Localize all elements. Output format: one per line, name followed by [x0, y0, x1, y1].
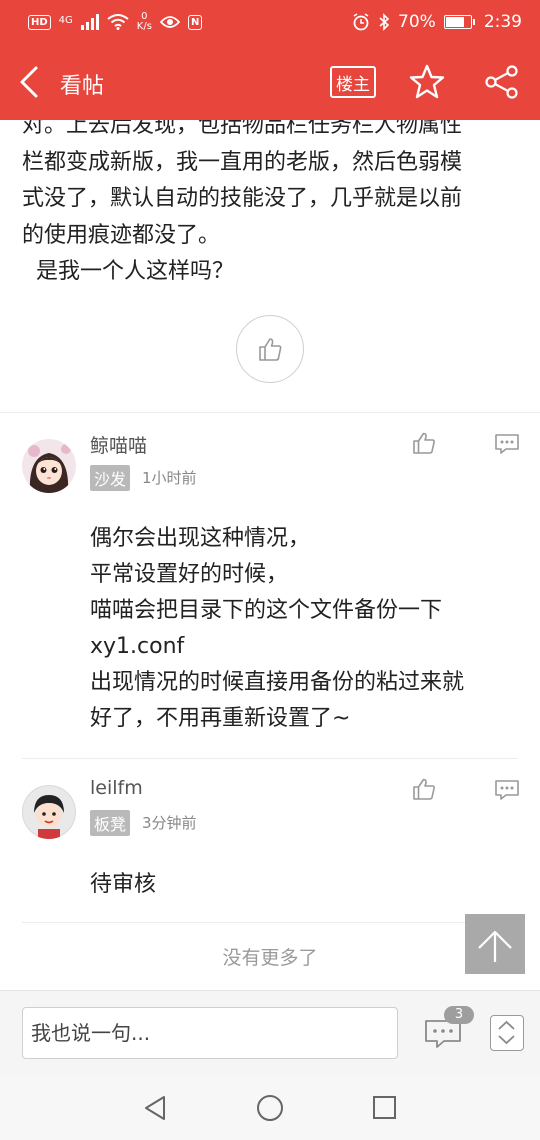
- end-of-list-note: 没有更多了: [222, 947, 318, 969]
- clock: 2:39: [483, 12, 522, 32]
- post-line: 的使用痕迹都没了。: [22, 222, 221, 248]
- thumbs-up-icon[interactable]: [412, 777, 436, 801]
- bluetooth-icon: [379, 13, 390, 31]
- comment-line: 偶尔会出现这种情况，: [90, 526, 311, 551]
- comment-line: 出现情况的时候直接用备份的粘过来就: [90, 670, 465, 695]
- comment-count-badge: 3: [444, 1006, 474, 1024]
- avatar-girl-image: [22, 439, 76, 493]
- alarm-icon: [353, 13, 369, 31]
- scroll-to-top-button[interactable]: [465, 914, 525, 974]
- page-jump-button[interactable]: [490, 1015, 524, 1051]
- net-speed-unit: K/s: [136, 21, 152, 32]
- thumbs-up-icon: [259, 338, 282, 361]
- comment-line: 喵喵会把目录下的这个文件备份一下: [90, 598, 443, 623]
- comment-line: 平常设置好的时候，: [90, 562, 289, 587]
- comment-body: 偶尔会出现这种情况， 平常设置好的时候， 喵喵会把目录下的这个文件备份一下 xy…: [90, 521, 464, 737]
- avatar-cartoon-image: [22, 785, 76, 839]
- post-content: 对。上去后发现，包括物品栏任务栏人物属性 栏都变成新版，我一直用的老版，然后色弱…: [22, 108, 522, 291]
- comment-line: xy1.conf: [90, 634, 185, 659]
- signal-icon: [80, 14, 99, 30]
- up-down-arrows-icon: [498, 1020, 515, 1045]
- wifi-icon: [107, 14, 129, 30]
- comment-item: leilfm 板凳 3分钟前 待审核: [0, 759, 540, 923]
- post-line: 式没了，默认自动的技能没了，几乎就是以前: [22, 186, 463, 211]
- system-navigation-bar: [0, 1076, 540, 1140]
- thumbs-up-icon[interactable]: [412, 431, 436, 455]
- comment-input[interactable]: 我也说一句...: [22, 1007, 398, 1059]
- comment-line: 好了，不用再重新设置了~: [90, 706, 351, 731]
- eye-icon: [159, 16, 180, 28]
- battery-icon: [443, 15, 475, 29]
- nav-overlay: [0, 44, 540, 120]
- nfc-icon: N: [187, 14, 203, 30]
- hd-badge: HD: [28, 14, 51, 30]
- battery-percent: 70%: [398, 12, 436, 32]
- post-line: 是我一个人这样吗？: [22, 259, 234, 284]
- divider: [22, 922, 518, 923]
- comment-body: 待审核: [90, 867, 156, 903]
- comment-time: 3分钟前: [142, 814, 197, 832]
- reply-comment-icon[interactable]: [494, 433, 520, 455]
- net-speed: 0 K/s: [137, 12, 152, 32]
- comment-input-bar: 我也说一句... 3: [0, 990, 540, 1076]
- arrow-up-icon: [478, 930, 512, 962]
- reply-comment-icon[interactable]: [494, 779, 520, 801]
- comment-line: 待审核: [90, 872, 157, 897]
- status-bar: HD 4G 0 K/s N 70% 2:39: [0, 0, 540, 44]
- floor-tag: 板凳: [90, 810, 131, 836]
- network-type: 4G: [58, 15, 73, 26]
- comment-item: 鲸喵喵 沙发 1小时前 偶尔会出现这种情况， 平常设置好的时候， 喵喵会把目录下…: [0, 413, 540, 759]
- comment-username[interactable]: leilfm: [90, 777, 143, 799]
- post-line: 栏都变成新版，我一直用的老版，然后色弱模: [22, 149, 463, 175]
- avatar[interactable]: [22, 439, 76, 493]
- system-back-icon[interactable]: [142, 1094, 168, 1122]
- system-recents-icon[interactable]: [373, 1096, 396, 1119]
- avatar[interactable]: [22, 785, 76, 839]
- post-like-button[interactable]: [236, 315, 304, 383]
- comment-username[interactable]: 鲸喵喵: [90, 431, 147, 458]
- system-home-icon[interactable]: [257, 1095, 283, 1121]
- floor-tag: 沙发: [90, 465, 131, 491]
- comment-time: 1小时前: [142, 469, 197, 487]
